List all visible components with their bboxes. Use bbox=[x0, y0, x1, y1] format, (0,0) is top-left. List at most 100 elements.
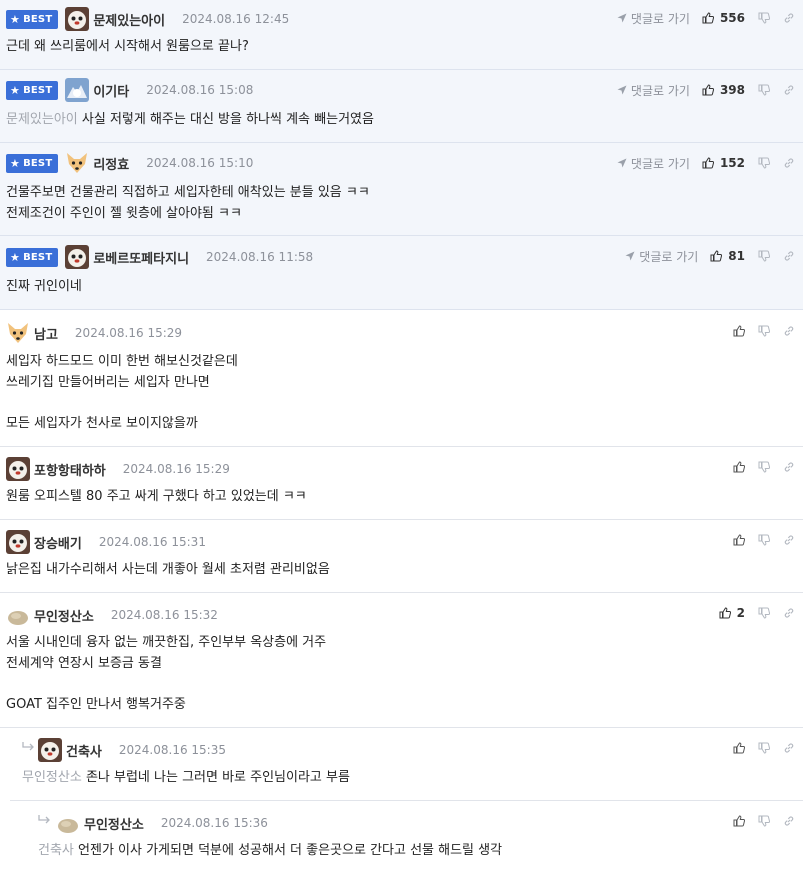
comment-author[interactable]: 남고 bbox=[34, 324, 58, 343]
comment-header: 무인정산소 2024.08.16 15:36 bbox=[56, 812, 268, 834]
comment-actions bbox=[733, 458, 795, 476]
fox-avatar[interactable] bbox=[65, 151, 89, 175]
comment-text: 건물주보면 건물관리 직접하고 세입자한테 애착있는 분들 있음 ㅋㅋ 전제조건… bbox=[6, 185, 370, 221]
rock-avatar[interactable] bbox=[6, 603, 30, 627]
comment-time: 2024.08.16 12:45 bbox=[182, 12, 290, 26]
thumbs-up-icon bbox=[702, 157, 714, 169]
like-button[interactable]: 2 bbox=[719, 606, 745, 620]
dislike-button[interactable] bbox=[758, 325, 770, 337]
reply-arrow-icon bbox=[22, 742, 36, 752]
comment-author[interactable]: 리정효 bbox=[93, 154, 129, 173]
best-badge: ★ BEST bbox=[6, 247, 59, 267]
dislike-button[interactable] bbox=[758, 742, 770, 754]
comment-author[interactable]: 무인정산소 bbox=[34, 606, 94, 625]
comment-actions: 2 bbox=[719, 604, 795, 622]
thumbs-up-icon bbox=[702, 84, 714, 96]
comment-actions bbox=[733, 531, 795, 549]
dislike-button[interactable] bbox=[758, 607, 770, 619]
comment-time: 2024.08.16 11:58 bbox=[206, 250, 314, 264]
comment-actions: 댓글로 가기 152 bbox=[617, 154, 795, 172]
thumbs-down-icon bbox=[758, 250, 770, 262]
comment-header: 남고 2024.08.16 15:29 bbox=[6, 322, 182, 344]
share-link-button[interactable] bbox=[783, 607, 795, 619]
comment-author[interactable]: 건축사 bbox=[66, 741, 102, 760]
like-button[interactable] bbox=[733, 815, 745, 827]
like-button[interactable]: 152 bbox=[702, 156, 745, 170]
comment-header: ★ BEST 로베르또페타지니 2024.08.16 11:58 bbox=[6, 245, 314, 269]
comment-author[interactable]: 로베르또페타지니 bbox=[93, 248, 189, 267]
dog-avatar[interactable] bbox=[6, 530, 30, 554]
comment-header: ★ BEST 문제있는아이 2024.08.16 12:45 bbox=[6, 7, 290, 31]
rock-avatar[interactable] bbox=[56, 811, 80, 835]
dislike-button[interactable] bbox=[758, 534, 770, 546]
go-to-comment-link[interactable]: 댓글로 가기 bbox=[625, 248, 698, 265]
dog-avatar[interactable] bbox=[65, 7, 90, 31]
send-arrow-icon bbox=[617, 85, 627, 95]
dislike-button[interactable] bbox=[758, 815, 770, 827]
comment-author[interactable]: 이기타 bbox=[93, 81, 129, 100]
share-link-button[interactable] bbox=[783, 742, 795, 754]
link-icon bbox=[784, 326, 794, 336]
fox-avatar[interactable] bbox=[6, 321, 30, 345]
like-button[interactable] bbox=[733, 534, 745, 546]
share-link-button[interactable] bbox=[783, 250, 795, 262]
go-to-comment-link[interactable]: 댓글로 가기 bbox=[617, 10, 690, 27]
share-link-button[interactable] bbox=[783, 815, 795, 827]
thumbs-down-icon bbox=[758, 84, 770, 96]
star-icon: ★ bbox=[10, 250, 21, 264]
like-button[interactable] bbox=[733, 325, 745, 337]
like-button[interactable] bbox=[733, 461, 745, 473]
thumbs-down-icon bbox=[758, 325, 770, 337]
comment-author[interactable]: 장승배기 bbox=[34, 533, 82, 552]
dislike-button[interactable] bbox=[758, 461, 770, 473]
mention-link[interactable]: 건축사 bbox=[38, 843, 74, 858]
dog-avatar[interactable] bbox=[6, 457, 30, 481]
link-icon bbox=[784, 816, 794, 826]
comment-actions: 댓글로 가기 556 bbox=[617, 9, 795, 27]
dislike-button[interactable] bbox=[758, 250, 770, 262]
thumbs-down-icon bbox=[758, 461, 770, 473]
reply-arrow-icon bbox=[38, 815, 52, 825]
dog-avatar[interactable] bbox=[65, 245, 90, 269]
like-button[interactable]: 398 bbox=[702, 83, 745, 97]
comment-item: 무인정산소 2024.08.16 15:32 2 서울 시내인데 융자 없는 깨… bbox=[0, 593, 803, 728]
like-count: 2 bbox=[736, 606, 745, 620]
dislike-button[interactable] bbox=[758, 84, 770, 96]
dislike-button[interactable] bbox=[758, 12, 770, 24]
like-button[interactable]: 556 bbox=[702, 11, 745, 25]
thumbs-up-icon bbox=[733, 534, 745, 546]
snow-avatar[interactable] bbox=[65, 78, 90, 102]
link-icon bbox=[784, 535, 794, 545]
dog-avatar[interactable] bbox=[38, 738, 62, 762]
comment-text: 근데 왜 쓰리룸에서 시작해서 원룸으로 끝나? bbox=[6, 39, 249, 54]
like-count: 556 bbox=[719, 11, 745, 25]
comment-text: 서울 시내인데 융자 없는 깨끗한집, 주인부부 옥상층에 거주 전세계약 연장… bbox=[6, 635, 327, 712]
thumbs-up-icon bbox=[710, 250, 723, 262]
send-arrow-icon bbox=[625, 251, 635, 261]
share-link-button[interactable] bbox=[783, 157, 795, 169]
comment-text: 무인정산소 존나 부럽네 나는 그러면 바로 주인님이라고 부름 bbox=[22, 770, 350, 785]
comment-item: 포항항태하하 2024.08.16 15:29 원룸 오피스텔 80 주고 싸게… bbox=[0, 447, 803, 520]
comment-header: 무인정산소 2024.08.16 15:32 bbox=[6, 604, 218, 626]
comment-item: ★ BEST 문제있는아이 2024.08.16 12:45 댓글로 가기 556… bbox=[0, 0, 803, 70]
share-link-button[interactable] bbox=[783, 461, 795, 473]
go-to-comment-link[interactable]: 댓글로 가기 bbox=[617, 82, 690, 99]
comment-text: 문제있는아이 사실 저렇게 해주는 대신 방을 하나씩 계속 빼는거였음 bbox=[6, 112, 374, 127]
comment-author[interactable]: 무인정산소 bbox=[84, 814, 144, 833]
like-button[interactable]: 81 bbox=[710, 249, 745, 263]
comment-time: 2024.08.16 15:31 bbox=[98, 535, 206, 549]
dislike-button[interactable] bbox=[758, 157, 770, 169]
share-link-button[interactable] bbox=[783, 534, 795, 546]
mention-link[interactable]: 문제있는아이 bbox=[6, 112, 78, 127]
comment-author[interactable]: 포항항태하하 bbox=[34, 460, 106, 479]
comment-author[interactable]: 문제있는아이 bbox=[93, 10, 165, 29]
comment-header: 장승배기 2024.08.16 15:31 bbox=[6, 530, 206, 554]
share-link-button[interactable] bbox=[783, 325, 795, 337]
go-to-comment-link[interactable]: 댓글로 가기 bbox=[617, 155, 690, 172]
share-link-button[interactable] bbox=[783, 84, 795, 96]
comment-text: 세입자 하드모드 이미 한번 해보신것같은데 쓰레기집 만들어버리는 세입자 만… bbox=[6, 354, 238, 431]
share-link-button[interactable] bbox=[783, 12, 795, 24]
thumbs-down-icon bbox=[758, 12, 770, 24]
mention-link[interactable]: 무인정산소 bbox=[22, 770, 82, 785]
like-button[interactable] bbox=[733, 742, 745, 754]
